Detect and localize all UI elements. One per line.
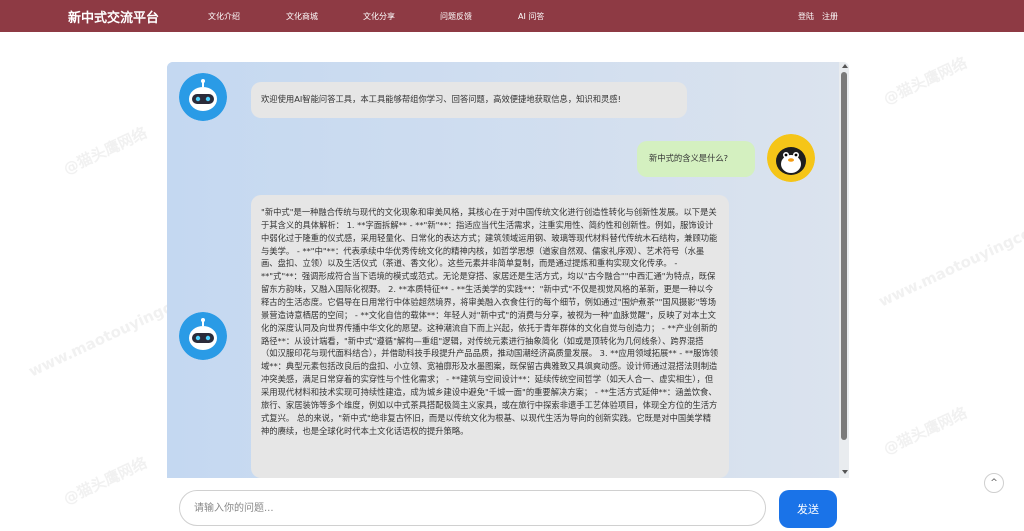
chat-messages-area[interactable]: 欢迎使用AI智能问答工具，本工具能够帮组你学习、回答问题，高效便捷地获取信息，知… [167, 62, 839, 478]
watermark-text: @猫头鹰网络 [880, 403, 970, 459]
chat-panel: 欢迎使用AI智能问答工具，本工具能够帮组你学习、回答问题，高效便捷地获取信息，知… [167, 62, 849, 531]
scroll-thumb[interactable] [841, 72, 847, 440]
top-navbar: 新中式交流平台 文化介绍 文化商城 文化分享 问题反馈 AI 问答 登陆 注册 [0, 0, 1024, 32]
watermark-text: @猫头鹰网络 [60, 123, 150, 179]
robot-avatar-icon [179, 73, 227, 121]
nav-item-culture-intro[interactable]: 文化介绍 [208, 11, 240, 22]
nav-item-feedback[interactable]: 问题反馈 [440, 11, 472, 22]
watermark-text: @猫头鹰网络 [60, 453, 150, 509]
penguin-avatar-icon [767, 134, 815, 182]
bot-message-bubble: 欢迎使用AI智能问答工具，本工具能够帮组你学习、回答问题，高效便捷地获取信息，知… [251, 82, 687, 118]
scroll-down-arrow-icon[interactable] [842, 470, 848, 474]
watermark-text: www.maotouyingcc.com [875, 207, 1024, 311]
nav-item-culture-mall[interactable]: 文化商城 [286, 11, 318, 22]
question-input[interactable] [179, 490, 766, 526]
back-to-top-button[interactable]: ^ [984, 473, 1004, 493]
chevron-up-icon: ^ [990, 478, 998, 488]
send-button[interactable]: 发送 [779, 490, 837, 528]
chat-input-bar: 发送 [167, 478, 849, 531]
chat-scrollbar[interactable] [839, 62, 849, 478]
scroll-up-arrow-icon[interactable] [842, 64, 848, 68]
login-link[interactable]: 登陆 [798, 11, 814, 22]
bot-message-bubble: "新中式"是一种融合传统与现代的文化现象和审美风格，其核心在于对中国传统文化进行… [251, 195, 729, 478]
nav-item-ai-qa[interactable]: AI 问答 [518, 11, 544, 22]
brand-title[interactable]: 新中式交流平台 [68, 7, 159, 26]
register-link[interactable]: 注册 [822, 11, 838, 22]
user-message-bubble: 新中式的含义是什么? [637, 141, 755, 177]
robot-avatar-icon [179, 312, 227, 360]
watermark-text: @猫头鹰网络 [880, 53, 970, 109]
nav-item-culture-share[interactable]: 文化分享 [363, 11, 395, 22]
